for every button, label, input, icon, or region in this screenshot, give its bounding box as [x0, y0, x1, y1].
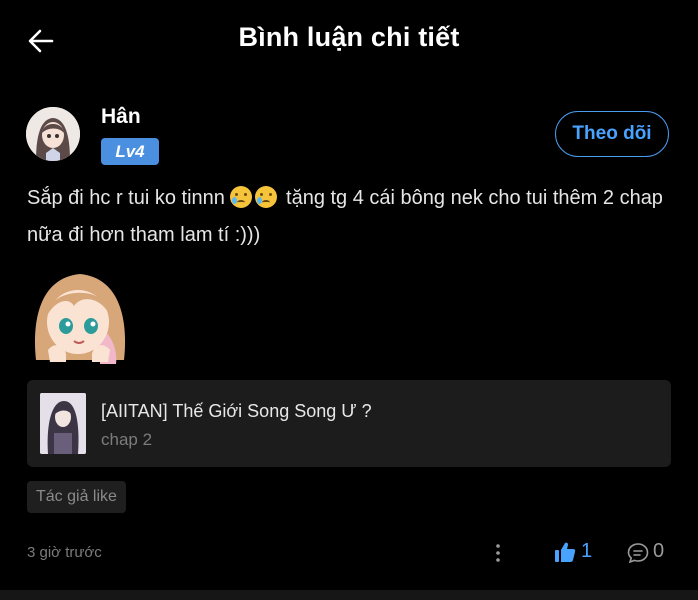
comment-text: Sắp đi hc r tui ko tinnn tặng tg 4 cái b…	[27, 180, 675, 254]
comment-text-part-1: Sắp đi hc r tui ko tinnn	[27, 187, 231, 209]
bottom-divider	[0, 590, 698, 600]
avatar[interactable]	[26, 107, 80, 161]
header: Bình luận chi tiết	[0, 0, 698, 82]
sticker-image	[34, 274, 126, 364]
reply-count: 0	[653, 540, 665, 562]
crying-face-emoji-icon	[255, 186, 278, 208]
crying-face-emoji-icon	[230, 186, 253, 208]
username[interactable]: Hân	[101, 105, 141, 129]
avatar-image	[26, 107, 80, 161]
story-card[interactable]: [AIITAN] Thế Giới Song Song Ư ? chap 2	[27, 380, 671, 467]
comment-bubble-icon	[627, 543, 649, 564]
more-options-icon[interactable]	[492, 543, 504, 563]
thumbs-up-icon	[555, 542, 576, 562]
page-title: Bình luận chi tiết	[238, 22, 460, 52]
story-thumbnail	[40, 393, 86, 454]
timestamp: 3 giờ trước	[27, 544, 102, 561]
story-chapter: chap 2	[101, 430, 153, 449]
follow-button[interactable]: Theo dõi	[555, 111, 669, 157]
author-like-badge: Tác giả like	[27, 481, 126, 513]
like-count: 1	[581, 540, 593, 562]
level-badge: Lv4	[101, 138, 159, 165]
story-title: [AIITAN] Thế Giới Song Song Ư ?	[101, 401, 372, 421]
